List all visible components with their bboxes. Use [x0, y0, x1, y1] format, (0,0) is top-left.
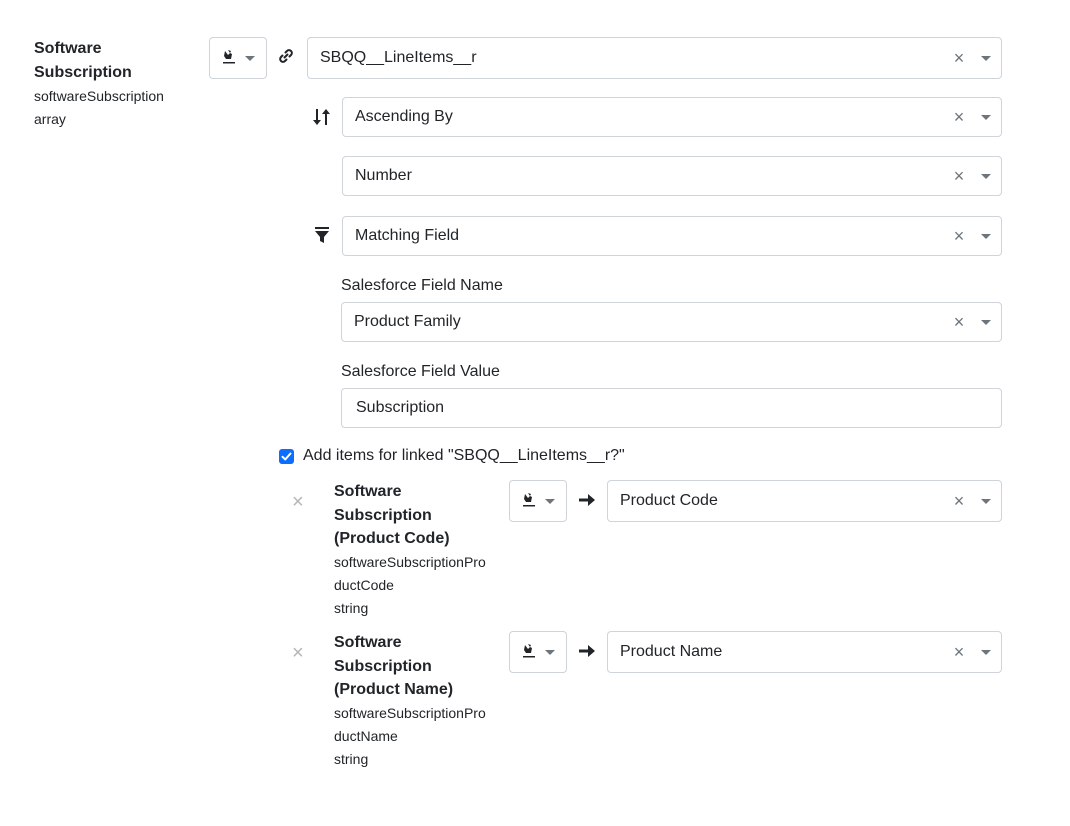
salesforce-source-icon	[521, 491, 537, 512]
clear-icon[interactable]: ×	[947, 167, 971, 185]
field-name-value: Product Family	[354, 313, 461, 330]
field-name-label: Salesforce Field Name	[341, 277, 503, 294]
sub-field-title-line: (Product Name)	[334, 681, 454, 698]
sub-field-title-line: Subscription	[334, 657, 432, 675]
check-icon	[281, 452, 292, 461]
link-icon	[277, 47, 295, 70]
chevron-down-icon[interactable]	[971, 55, 1001, 61]
mapped-field-value: Product Name	[620, 643, 723, 660]
arrow-right-icon	[578, 492, 596, 513]
mapped-field-select[interactable]: Product Code ×	[607, 480, 1002, 522]
field-value-text: Subscription	[356, 399, 445, 416]
field-value-input[interactable]: Subscription	[341, 388, 1002, 428]
sub-field-type: string	[334, 750, 369, 767]
arrow-right-icon	[578, 643, 596, 664]
mapped-field-select[interactable]: Product Name ×	[607, 631, 1002, 673]
clear-icon[interactable]: ×	[947, 227, 971, 245]
chevron-down-icon[interactable]	[971, 319, 1001, 325]
sort-field-value: Number	[355, 167, 412, 184]
sort-direction-value: Ascending By	[355, 108, 453, 125]
chevron-down-icon[interactable]	[971, 114, 1001, 120]
remove-field-button[interactable]: ×	[292, 643, 304, 663]
chevron-down-icon[interactable]	[971, 173, 1001, 179]
sub-field-type: string	[334, 599, 369, 616]
sub-field-info: Software Subscription (Product Code) sof…	[334, 480, 504, 620]
sub-field-name-line: softwareSubscriptionPro	[334, 704, 486, 721]
main-field-name: softwareSubscription	[34, 88, 164, 104]
main-field-type: array	[34, 111, 66, 127]
sub-field-name-line: ductCode	[334, 576, 394, 593]
sort-direction-select[interactable]: Ascending By ×	[342, 97, 1002, 137]
chevron-down-icon[interactable]	[971, 498, 1001, 504]
field-name-select[interactable]: Product Family ×	[341, 302, 1002, 342]
sub-field-title-line: Subscription	[334, 506, 432, 524]
sub-field-title-line: Software	[334, 483, 402, 500]
chevron-down-icon	[245, 55, 255, 61]
main-field-info: Software Subscription softwareSubscripti…	[34, 37, 194, 131]
filter-icon	[314, 226, 330, 249]
sub-field-name-line: ductName	[334, 727, 398, 744]
clear-icon[interactable]: ×	[947, 108, 971, 126]
clear-icon[interactable]: ×	[947, 492, 971, 510]
salesforce-source-icon	[521, 642, 537, 663]
clear-icon[interactable]: ×	[947, 313, 971, 331]
chevron-down-icon	[545, 498, 555, 504]
chevron-down-icon[interactable]	[971, 649, 1001, 655]
field-value-label: Salesforce Field Value	[341, 363, 500, 380]
mapped-field-value: Product Code	[620, 492, 718, 509]
clear-icon[interactable]: ×	[947, 643, 971, 661]
sort-icon	[313, 107, 331, 132]
main-field-title: Software Subscription	[34, 40, 132, 81]
remove-field-button[interactable]: ×	[292, 492, 304, 512]
sub-field-info: Software Subscription (Product Name) sof…	[334, 631, 504, 771]
source-type-select[interactable]	[509, 631, 567, 673]
add-items-checkbox[interactable]	[279, 449, 294, 464]
salesforce-source-icon	[221, 48, 237, 69]
add-items-label: Add items for linked "SBQQ__LineItems__r…	[303, 447, 625, 464]
sub-field-name-line: softwareSubscriptionPro	[334, 553, 486, 570]
source-type-select[interactable]	[209, 37, 267, 79]
sub-field-title-line: Software	[334, 634, 402, 651]
linked-object-value: SBQQ__LineItems__r	[320, 49, 477, 66]
sort-field-select[interactable]: Number ×	[342, 156, 1002, 196]
linked-object-select[interactable]: SBQQ__LineItems__r ×	[307, 37, 1002, 79]
filter-type-select[interactable]: Matching Field ×	[342, 216, 1002, 256]
chevron-down-icon[interactable]	[971, 233, 1001, 239]
filter-type-value: Matching Field	[355, 227, 460, 244]
clear-icon[interactable]: ×	[947, 49, 971, 67]
source-type-select[interactable]	[509, 480, 567, 522]
sub-field-title-line: (Product Code)	[334, 530, 450, 547]
chevron-down-icon	[545, 649, 555, 655]
